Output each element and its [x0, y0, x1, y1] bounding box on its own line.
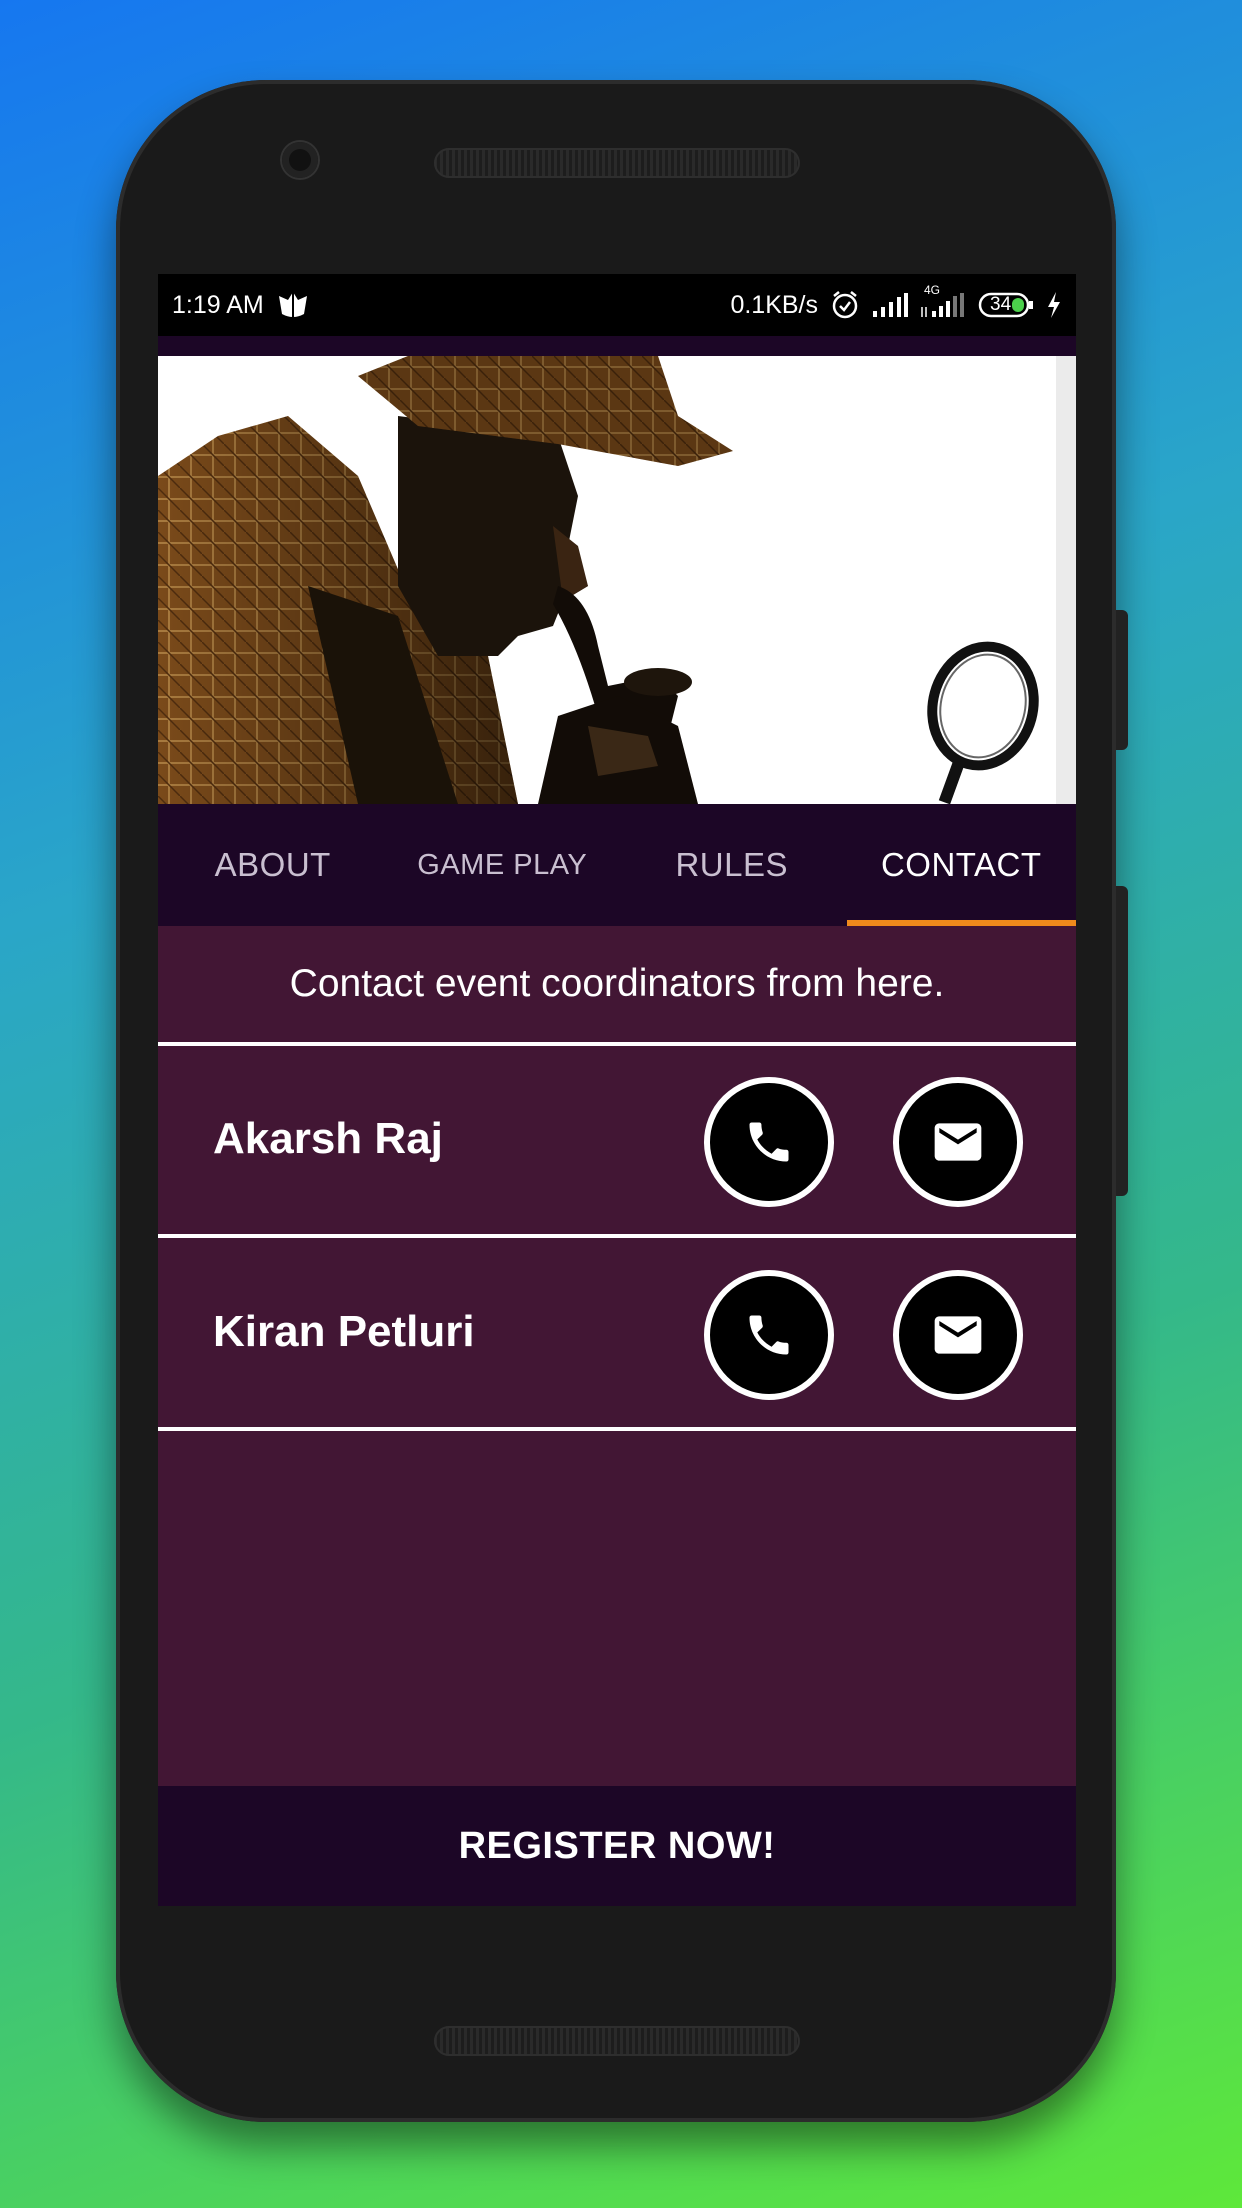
network-type-label: 4G — [924, 283, 941, 297]
app-bar-strip — [158, 336, 1076, 356]
tab-about[interactable]: ABOUT — [158, 804, 388, 926]
divider — [158, 1427, 1076, 1431]
alarm-icon — [830, 290, 860, 320]
contact-name: Kiran Petluri — [213, 1307, 475, 1356]
contact-name: Akarsh Raj — [213, 1114, 443, 1163]
email-icon — [934, 1316, 982, 1354]
email-button[interactable] — [893, 1077, 1023, 1207]
call-button[interactable] — [704, 1077, 834, 1207]
tab-game-play[interactable]: GAME PLAY — [388, 804, 618, 926]
status-right: 0.1KB/s 4G 34 — [730, 283, 1062, 320]
network-speed: 0.1KB/s — [730, 290, 818, 319]
status-bar: 1:19 AM 0.1KB/s 4G 34 — [158, 274, 1076, 336]
power-button — [1116, 886, 1128, 1196]
bottom-speaker — [434, 2026, 800, 2056]
tab-rules[interactable]: RULES — [617, 804, 847, 926]
battery-icon: 34 — [978, 292, 1034, 318]
email-button[interactable] — [893, 1270, 1023, 1400]
signal-4g-icon: 4G — [920, 283, 966, 317]
detective-illustration — [158, 356, 1076, 804]
contact-row: Akarsh Raj — [158, 1046, 1076, 1232]
volume-button — [1116, 610, 1128, 750]
contact-intro-text: Contact event coordinators from here. — [289, 962, 945, 1005]
charging-icon — [1046, 291, 1062, 319]
phone-icon — [749, 1122, 789, 1162]
front-camera — [282, 142, 318, 178]
app-screen: 1:19 AM 0.1KB/s 4G 34 ABOUT GAME PLAY RU… — [158, 274, 1076, 1906]
tab-contact[interactable]: CONTACT — [846, 804, 1077, 926]
divider — [158, 1234, 1076, 1238]
contact-row: Kiran Petluri — [158, 1239, 1076, 1425]
call-button[interactable] — [704, 1270, 834, 1400]
status-left: 1:19 AM — [172, 290, 310, 320]
signal-icon — [872, 293, 908, 317]
shield-app-icon — [276, 290, 310, 320]
email-icon — [934, 1123, 982, 1161]
tab-bar: ABOUT GAME PLAY RULES CONTACT — [158, 804, 1076, 926]
battery-level: 34 — [990, 294, 1012, 315]
top-speaker — [434, 148, 800, 178]
detective-hero-image — [158, 356, 1076, 804]
phone-icon — [749, 1315, 789, 1355]
register-now-button[interactable]: REGISTER NOW! — [158, 1786, 1076, 1906]
status-time: 1:19 AM — [172, 290, 264, 319]
